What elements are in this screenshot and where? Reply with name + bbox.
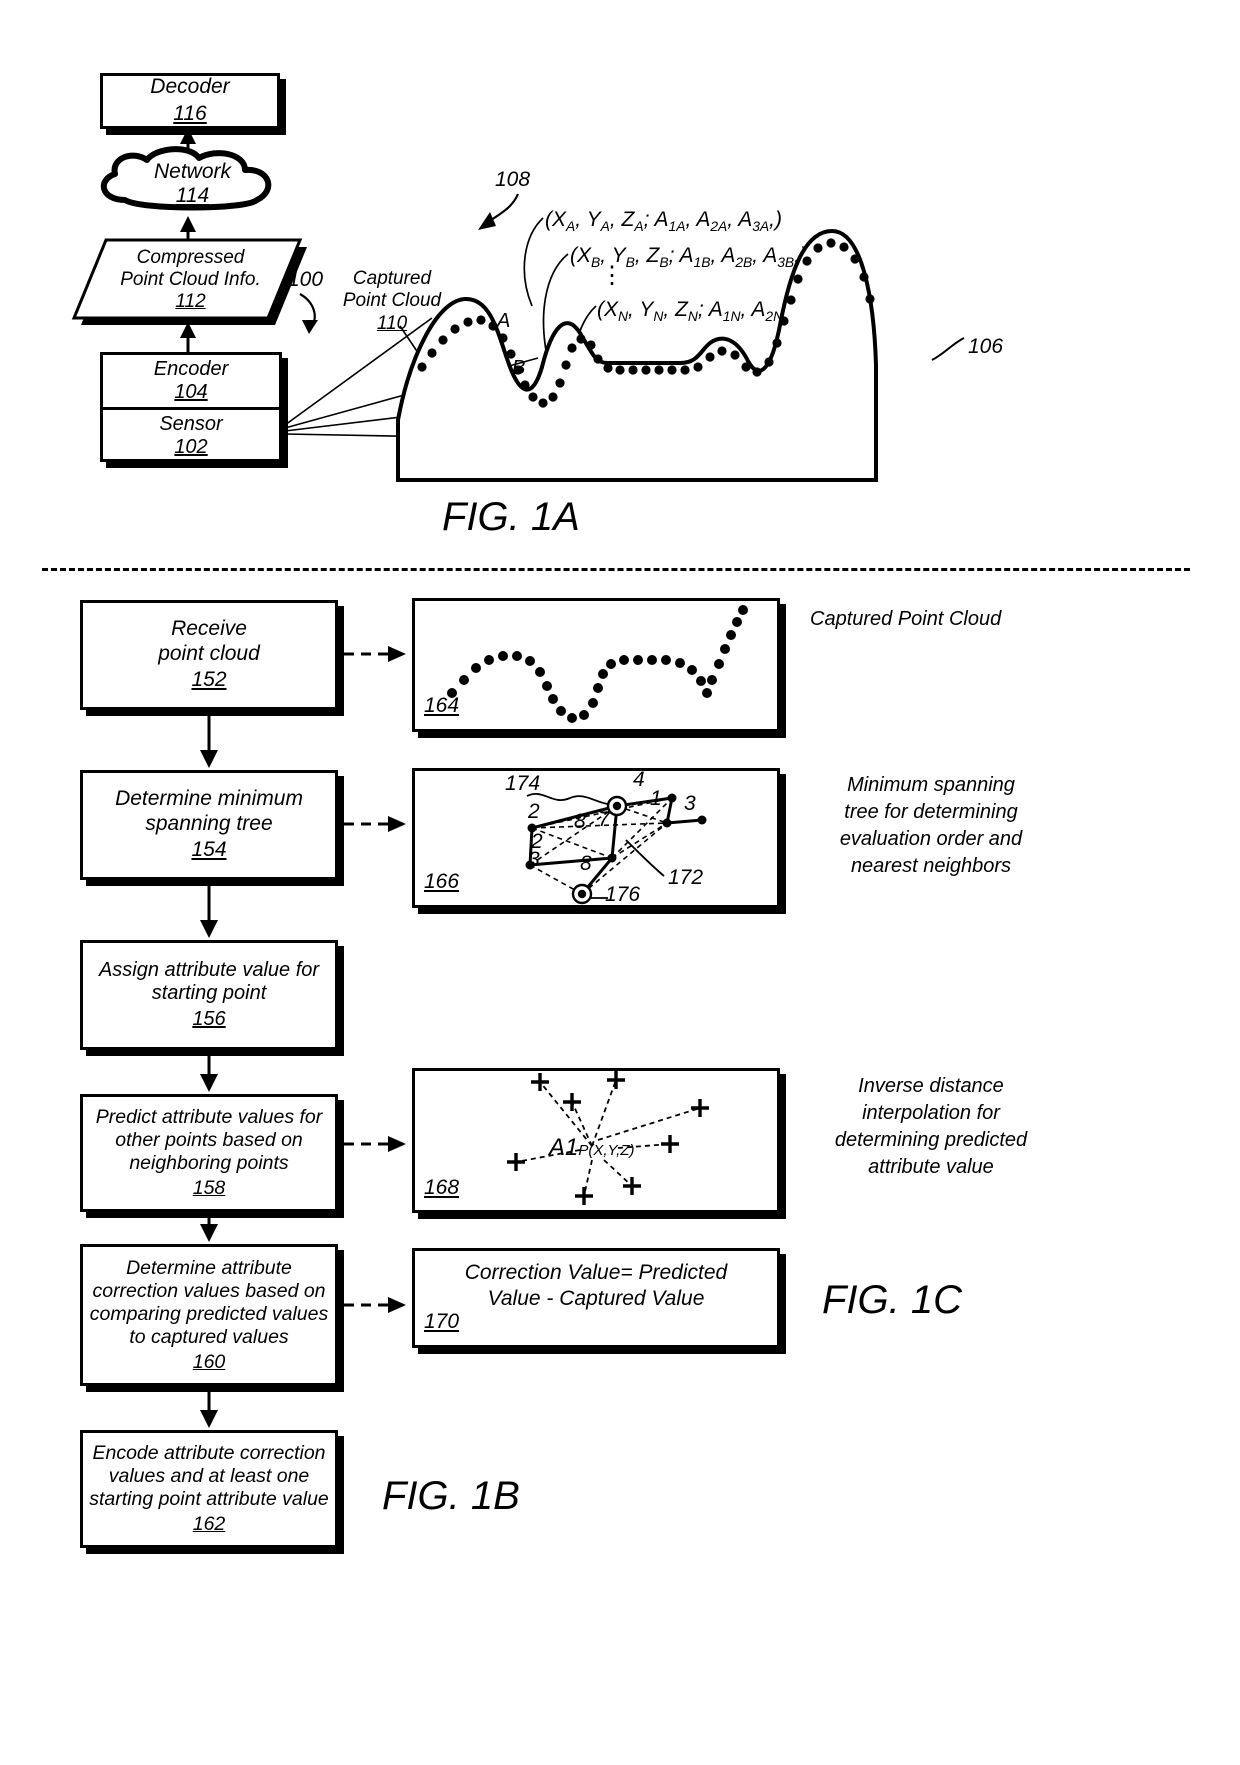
mst-edge-label-8a: 8 — [574, 810, 586, 833]
step-154-num: 154 — [191, 838, 227, 862]
correction-formula-line2: Value - Captured Value — [487, 1287, 705, 1311]
block-decoder: Decoder 116 — [100, 73, 280, 129]
block-compressed-num: 112 — [175, 291, 206, 313]
step-158-line3: neighboring points — [129, 1152, 289, 1174]
arrow-158-to-160 — [200, 1214, 218, 1242]
ref-system-100: 100 — [288, 268, 324, 291]
step-152-line1: Receive — [171, 616, 247, 640]
block-compressed-line2: Point Cloud Info. — [120, 269, 261, 291]
step-154-line2: spanning tree — [145, 811, 273, 835]
caption-166-line3: evaluation order and — [839, 828, 1023, 850]
step-162-line2: values and at least one — [108, 1465, 310, 1487]
caption-166: Minimum spanning tree for determining ev… — [806, 772, 1056, 880]
block-sensor: Sensor 102 — [103, 410, 279, 461]
caption-168-line2: interpolation for — [862, 1102, 1000, 1124]
step-156-line1: Assign attribute value for — [98, 958, 320, 981]
block-compressed-line1: Compressed — [136, 247, 245, 268]
block-sensor-num: 102 — [174, 435, 208, 458]
ref-object-106: 106 — [968, 335, 1004, 358]
step-162-line3: starting point attribute value — [89, 1488, 329, 1510]
scanned-object-106 — [396, 228, 878, 482]
block-network-num: 114 — [175, 184, 210, 208]
step-box-162: Encode attribute correction values and a… — [80, 1430, 338, 1548]
block-compressed-label: Compressed Point Cloud Info. 112 — [68, 247, 313, 313]
mst-ref-172: 172 — [668, 866, 704, 889]
fig-1b-label: FIG. 1B — [382, 1474, 520, 1518]
mst-ref-176: 176 — [605, 883, 641, 906]
dashed-arrow-152-to-164 — [344, 646, 406, 662]
correction-value-formula: Correction Value= Predicted Value - Capt… — [412, 1260, 780, 1313]
arrow-156-to-158 — [200, 1052, 218, 1092]
block-network-title: Network — [153, 160, 232, 183]
step-152-num: 152 — [191, 668, 227, 692]
mst-edge-label-3b: 3 — [528, 848, 540, 871]
block-network-label: Network 114 — [85, 160, 300, 208]
step-160-line1: Determine attribute — [126, 1256, 292, 1279]
fig-1c-label: FIG. 1C — [822, 1278, 963, 1322]
step-162-num: 162 — [192, 1513, 226, 1535]
mst-edge-label-8b: 8 — [580, 852, 592, 875]
mst-edge-label-7: 7 — [598, 808, 610, 831]
step-160-line4: to captured values — [129, 1325, 289, 1348]
mst-ref-174: 174 — [505, 772, 541, 795]
illustration-164-num: 164 — [424, 694, 460, 717]
mst-edge-label-2a: 2 — [528, 800, 540, 823]
interp-label-main: A1 — [549, 1134, 579, 1161]
block-sensor-title: Sensor — [159, 412, 223, 435]
fig-1a-label: FIG. 1A — [442, 495, 580, 539]
interp-label-sub: P(X,Y,Z) — [578, 1142, 635, 1159]
block-decoder-num: 116 — [173, 102, 207, 125]
caption-168-line1: Inverse distance — [858, 1075, 1004, 1097]
block-encoder-num: 104 — [174, 381, 208, 403]
step-158-num: 158 — [192, 1177, 226, 1199]
figure-separator — [42, 568, 1190, 571]
illustration-168-num: 168 — [424, 1176, 460, 1199]
mst-edge-label-4: 4 — [633, 768, 645, 791]
mst-edge-label-3: 3 — [684, 792, 696, 815]
step-160-num: 160 — [192, 1350, 226, 1373]
mst-graph-166 — [525, 793, 707, 905]
correction-formula-line1: Correction Value= Predicted — [464, 1261, 728, 1284]
step-162-line1: Encode attribute correction — [92, 1442, 326, 1464]
step-156-num: 156 — [192, 1007, 226, 1030]
dashed-arrow-160-to-170 — [344, 1297, 406, 1313]
step-152-line2: point cloud — [158, 641, 260, 665]
step-box-160: Determine attribute correction values ba… — [80, 1244, 338, 1386]
block-encoder-sensor-group: Encoder 104 Sensor 102 — [100, 352, 282, 462]
step-box-158: Predict attribute values for other point… — [80, 1094, 338, 1212]
step-158-line1: Predict attribute values for — [95, 1106, 323, 1128]
illustration-170-num: 170 — [424, 1310, 460, 1333]
caption-166-line2: tree for determining — [844, 801, 1018, 823]
caption-168-line4: attribute value — [868, 1156, 994, 1178]
caption-168-line3: determining predicted — [834, 1129, 1028, 1151]
dashed-arrow-158-to-168 — [344, 1136, 406, 1152]
caption-168: Inverse distance interpolation for deter… — [806, 1073, 1056, 1181]
arrow-encoder-to-compressed — [180, 322, 196, 354]
caption-164-line1: Captured Point Cloud — [810, 608, 1002, 630]
step-160-line2: correction values based on — [92, 1279, 326, 1302]
caption-164: Captured Point Cloud — [810, 606, 1050, 633]
step-158-line2: other points based on — [115, 1129, 303, 1151]
step-box-156: Assign attribute value for starting poin… — [80, 940, 338, 1050]
step-box-152: Receive point cloud 152 — [80, 600, 338, 710]
block-decoder-title: Decoder — [150, 75, 230, 99]
caption-166-line1: Minimum spanning — [847, 774, 1015, 796]
block-encoder: Encoder 104 — [103, 355, 279, 410]
illustration-166-num: 166 — [424, 870, 460, 893]
mst-edge-label-1: 1 — [650, 787, 662, 810]
step-156-line2: starting point — [151, 982, 267, 1005]
block-encoder-title: Encoder — [153, 358, 229, 381]
arrow-154-to-156 — [200, 882, 218, 938]
dashed-arrow-154-to-166 — [344, 816, 406, 832]
ref-106-leader — [931, 337, 965, 361]
caption-166-line4: nearest neighbors — [850, 855, 1012, 877]
arrow-152-to-154 — [200, 712, 218, 768]
arrow-160-to-162 — [200, 1388, 218, 1428]
point-cloud-164 — [447, 605, 748, 723]
ref-pointlist-108: 108 — [495, 168, 531, 191]
interpolation-point-label: A1P(X,Y,Z) — [549, 1134, 635, 1162]
step-box-154: Determine minimum spanning tree 154 — [80, 770, 338, 880]
step-160-line3: comparing predicted values — [89, 1302, 329, 1325]
step-154-line1: Determine minimum — [115, 786, 303, 810]
